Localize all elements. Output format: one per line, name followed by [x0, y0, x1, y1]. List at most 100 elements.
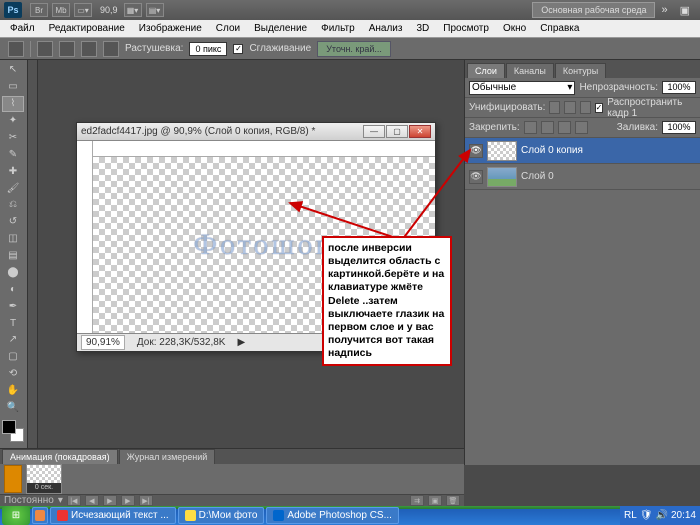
- unify-visibility-icon[interactable]: [564, 101, 575, 114]
- lock-move-icon[interactable]: [558, 121, 571, 134]
- chevron-right-icon[interactable]: »: [661, 4, 667, 16]
- menu-file[interactable]: Файл: [4, 21, 41, 36]
- menu-view[interactable]: Просмотр: [437, 21, 495, 36]
- last-frame-icon[interactable]: ▶|: [139, 495, 153, 506]
- unify-style-icon[interactable]: [580, 101, 591, 114]
- dodge-tool-icon[interactable]: ◐: [2, 281, 24, 297]
- tab-paths[interactable]: Контуры: [555, 63, 606, 78]
- selection-new-icon[interactable]: [37, 41, 53, 57]
- new-frame-icon[interactable]: ▣: [428, 495, 442, 506]
- move-tool-icon[interactable]: ↖: [2, 62, 24, 78]
- tray-icon[interactable]: 🔊: [656, 510, 668, 521]
- frame-selector[interactable]: [4, 465, 22, 493]
- healing-tool-icon[interactable]: ✚: [2, 163, 24, 179]
- language-indicator[interactable]: RL: [624, 510, 637, 521]
- system-tray[interactable]: RL 🛡 🔊 20:14: [620, 506, 700, 525]
- blend-mode-select[interactable]: Обычные▾: [469, 81, 575, 95]
- fill-input[interactable]: 100%: [662, 121, 696, 134]
- selection-add-icon[interactable]: [59, 41, 75, 57]
- menu-layers[interactable]: Слои: [210, 21, 246, 36]
- color-swatches[interactable]: [2, 420, 24, 442]
- unify-position-icon[interactable]: [549, 101, 560, 114]
- current-tool-icon[interactable]: [8, 41, 24, 57]
- taskbar-item[interactable]: Adobe Photoshop CS...: [266, 507, 399, 524]
- hand-tool-icon[interactable]: ✋: [2, 383, 24, 399]
- animation-frame[interactable]: 0 сек.: [26, 464, 62, 494]
- layer-name[interactable]: Слой 0 копия: [521, 145, 583, 156]
- layer-row[interactable]: 👁 Слой 0: [465, 164, 700, 190]
- menu-select[interactable]: Выделение: [248, 21, 313, 36]
- stamp-tool-icon[interactable]: ⎌: [2, 197, 24, 213]
- 3d-tool-icon[interactable]: ⟲: [2, 366, 24, 382]
- brush-tool-icon[interactable]: 🖌: [2, 180, 24, 196]
- antialias-checkbox[interactable]: ✓: [233, 44, 243, 54]
- minibridge-icon[interactable]: Mb: [52, 3, 70, 17]
- tray-icon[interactable]: 🛡: [640, 510, 653, 521]
- collapsed-dock[interactable]: [28, 60, 38, 465]
- taskbar-item[interactable]: D:\Мои фото: [178, 507, 265, 524]
- propagate-checkbox[interactable]: ✓: [595, 103, 604, 113]
- play-icon[interactable]: ▶: [103, 495, 117, 506]
- taskbar-item[interactable]: Исчезающий текст ...: [50, 507, 176, 524]
- visibility-eye-icon[interactable]: 👁: [469, 170, 483, 184]
- maximize-icon[interactable]: ▢: [386, 125, 408, 138]
- menu-image[interactable]: Изображение: [133, 21, 208, 36]
- menu-filter[interactable]: Фильтр: [315, 21, 361, 36]
- menu-edit[interactable]: Редактирование: [43, 21, 131, 36]
- prev-frame-icon[interactable]: ◀: [85, 495, 99, 506]
- menu-help[interactable]: Справка: [534, 21, 585, 36]
- lock-all-icon[interactable]: [575, 121, 588, 134]
- lock-trans-icon[interactable]: [524, 121, 537, 134]
- view-extras-icon[interactable]: ▦▾: [124, 3, 142, 17]
- path-select-tool-icon[interactable]: ↗: [2, 332, 24, 348]
- layer-thumbnail[interactable]: [487, 167, 517, 187]
- visibility-eye-icon[interactable]: 👁: [469, 144, 483, 158]
- tab-layers[interactable]: Слои: [467, 63, 505, 78]
- zoom-tool-icon[interactable]: 🔍: [2, 400, 24, 416]
- feather-input[interactable]: 0 пикс: [189, 42, 227, 56]
- tween-icon[interactable]: ⇉: [410, 495, 424, 506]
- menu-3d[interactable]: 3D: [410, 21, 435, 36]
- wand-tool-icon[interactable]: ✦: [2, 113, 24, 129]
- delete-frame-icon[interactable]: 🗑: [446, 495, 460, 506]
- ruler-horizontal[interactable]: [93, 141, 435, 157]
- arrange-docs-icon[interactable]: ▤▾: [146, 3, 164, 17]
- lasso-tool-icon[interactable]: ⌇: [2, 96, 24, 112]
- refine-edge-button[interactable]: Уточн. край...: [317, 41, 391, 57]
- crop-tool-icon[interactable]: ✂: [2, 130, 24, 146]
- bridge-icon[interactable]: Br: [30, 3, 48, 17]
- menu-window[interactable]: Окно: [497, 21, 532, 36]
- start-button[interactable]: ⊞: [2, 506, 30, 525]
- info-arrow-icon[interactable]: ▶: [237, 337, 245, 348]
- history-brush-tool-icon[interactable]: ↺: [2, 214, 24, 230]
- marquee-tool-icon[interactable]: ▭: [2, 79, 24, 95]
- tab-channels[interactable]: Каналы: [506, 63, 554, 78]
- screen-mode-icon[interactable]: ▭▾: [74, 3, 92, 17]
- minimize-icon[interactable]: —: [363, 125, 385, 138]
- doc-info[interactable]: Док: 228,3K/532,8K: [137, 337, 226, 348]
- eraser-tool-icon[interactable]: ◫: [2, 231, 24, 247]
- csxs-icon[interactable]: ▣: [680, 4, 690, 17]
- opacity-input[interactable]: 100%: [662, 81, 696, 94]
- type-tool-icon[interactable]: T: [2, 315, 24, 331]
- layer-thumbnail[interactable]: [487, 141, 517, 161]
- quicklaunch-item[interactable]: [32, 507, 48, 524]
- clock[interactable]: 20:14: [671, 510, 696, 521]
- first-frame-icon[interactable]: |◀: [67, 495, 81, 506]
- workspace-switcher[interactable]: Основная рабочая среда: [532, 2, 655, 18]
- layer-name[interactable]: Слой 0: [521, 171, 554, 182]
- selection-intersect-icon[interactable]: [103, 41, 119, 57]
- tab-animation[interactable]: Анимация (покадровая): [2, 449, 118, 464]
- blur-tool-icon[interactable]: ⬤: [2, 265, 24, 281]
- close-icon[interactable]: ✕: [409, 125, 431, 138]
- selection-sub-icon[interactable]: [81, 41, 97, 57]
- menu-analysis[interactable]: Анализ: [363, 21, 409, 36]
- frame-delay[interactable]: 0 сек.: [27, 483, 61, 493]
- ruler-vertical[interactable]: [77, 141, 93, 333]
- loop-select[interactable]: Постоянно: [4, 495, 54, 506]
- tab-measure-log[interactable]: Журнал измерений: [119, 449, 216, 464]
- layer-row[interactable]: 👁 Слой 0 копия: [465, 138, 700, 164]
- zoom-readout[interactable]: 90,91%: [81, 335, 125, 350]
- document-titlebar[interactable]: ed2fadcf4417.jpg @ 90,9% (Слой 0 копия, …: [77, 123, 435, 141]
- next-frame-icon[interactable]: ▶: [121, 495, 135, 506]
